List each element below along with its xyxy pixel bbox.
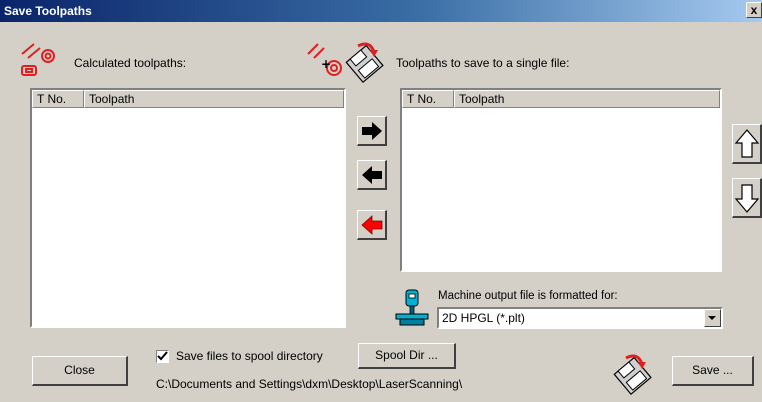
column-header-tno[interactable]: T No.	[32, 90, 84, 108]
spool-dir-button[interactable]: Spool Dir ...	[358, 343, 456, 369]
column-header-toolpath[interactable]: Toolpath	[454, 90, 720, 108]
svg-text:+: +	[321, 57, 331, 71]
selected-format: 2D HPGL (*.plt)	[442, 311, 525, 325]
spool-checkbox[interactable]	[156, 350, 169, 363]
calculated-toolpaths-list[interactable]: T No. Toolpath	[30, 88, 346, 328]
machine-icon	[395, 289, 429, 326]
remove-all-arrow-icon	[361, 215, 383, 235]
move-down-icon	[734, 184, 760, 213]
save-toolpaths-list[interactable]: T No. Toolpath	[400, 88, 722, 272]
close-window-button[interactable]: x	[746, 2, 762, 18]
save-list-label: Toolpaths to save to a single file:	[396, 56, 570, 70]
list-header: T No. Toolpath	[402, 90, 720, 108]
column-header-tno[interactable]: T No.	[402, 90, 454, 108]
machine-format-select[interactable]: 2D HPGL (*.plt)	[437, 307, 723, 329]
move-up-button[interactable]	[732, 124, 762, 164]
add-toolpath-button[interactable]	[357, 116, 387, 146]
remove-all-toolpaths-button[interactable]	[357, 210, 387, 240]
close-button[interactable]: Close	[32, 356, 128, 386]
column-header-toolpath[interactable]: Toolpath	[84, 90, 344, 108]
add-arrow-icon	[362, 122, 382, 140]
window-title: Save Toolpaths	[4, 4, 92, 18]
spool-path: C:\Documents and Settings\dxm\Desktop\La…	[156, 377, 463, 391]
spool-checkbox-label[interactable]: Save files to spool directory	[176, 349, 323, 363]
chevron-down-icon	[708, 316, 716, 320]
remove-toolpath-button[interactable]	[357, 160, 387, 190]
dropdown-arrow-button[interactable]	[704, 309, 721, 327]
remove-arrow-icon	[362, 166, 382, 184]
list-header: T No. Toolpath	[32, 90, 344, 108]
machine-format-label: Machine output file is formatted for:	[438, 290, 618, 302]
save-button[interactable]: Save ...	[672, 356, 754, 386]
move-up-icon	[734, 129, 760, 158]
save-disk-icon	[345, 42, 384, 84]
save-disk-icon	[613, 354, 652, 396]
checkmark-icon	[157, 351, 168, 361]
calculated-toolpaths-label: Calculated toolpaths:	[74, 56, 187, 70]
add-toolpath-icon: +	[307, 43, 342, 76]
title-bar: Save Toolpaths x	[0, 0, 762, 22]
move-down-button[interactable]	[732, 178, 762, 218]
toolpaths-icon	[21, 43, 55, 76]
